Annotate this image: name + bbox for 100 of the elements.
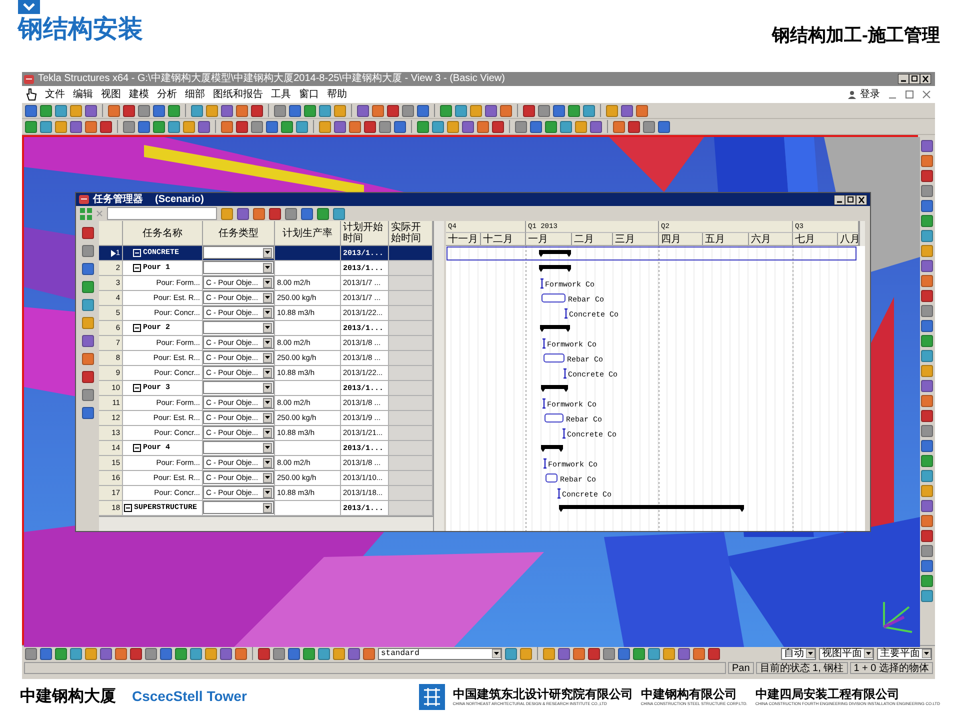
toolbar-icon[interactable] xyxy=(82,281,94,293)
toolbar-icon[interactable] xyxy=(538,104,550,116)
toolbar-icon[interactable] xyxy=(920,590,932,602)
toolbar-icon[interactable] xyxy=(236,104,248,116)
toolbar-icon[interactable] xyxy=(82,227,94,239)
toolbar-icon[interactable] xyxy=(573,648,585,660)
toolbar-icon[interactable] xyxy=(55,648,67,660)
restore-icon[interactable] xyxy=(905,90,914,99)
toolbar-icon[interactable] xyxy=(920,215,932,227)
toolbar-icon[interactable] xyxy=(191,104,203,116)
toolbar-icon[interactable] xyxy=(40,104,52,116)
grid-view-icon[interactable] xyxy=(80,208,92,220)
toolbar-icon[interactable] xyxy=(678,648,690,660)
toolbar-icon[interactable] xyxy=(25,120,37,132)
toolbar-icon[interactable] xyxy=(333,648,345,660)
menu-item[interactable]: 视图 xyxy=(101,86,121,103)
menu-item[interactable]: 图纸和报告 xyxy=(213,86,263,103)
toolbar-icon[interactable] xyxy=(82,299,94,311)
vertical-scrollbar[interactable] xyxy=(433,221,444,531)
view-dropdown[interactable]: 主要平面 xyxy=(877,648,932,660)
toolbar-icon[interactable] xyxy=(920,290,932,302)
toolbar-icon[interactable] xyxy=(357,104,369,116)
toolbar-icon[interactable] xyxy=(613,120,625,132)
toolbar-icon[interactable] xyxy=(920,500,932,512)
toolbar-icon[interactable] xyxy=(658,120,670,132)
toolbar-icon[interactable] xyxy=(920,440,932,452)
toolbar-icon[interactable] xyxy=(590,120,602,132)
task-type-dropdown[interactable] xyxy=(203,381,274,394)
toolbar-icon[interactable] xyxy=(920,425,932,437)
toolbar-icon[interactable] xyxy=(130,648,142,660)
toolbar-icon[interactable] xyxy=(220,648,232,660)
toolbar-icon[interactable] xyxy=(183,120,195,132)
toolbar-icon[interactable] xyxy=(274,104,286,116)
toolbar-icon[interactable] xyxy=(558,648,570,660)
toolbar-icon[interactable] xyxy=(462,120,474,132)
toolbar-icon[interactable] xyxy=(266,120,278,132)
toolbar-icon[interactable] xyxy=(920,365,932,377)
toolbar-icon[interactable] xyxy=(175,648,187,660)
toolbar-icon[interactable] xyxy=(500,104,512,116)
toolbar-icon[interactable] xyxy=(258,648,270,660)
menu-item[interactable]: 工具 xyxy=(271,86,291,103)
toolbar-icon[interactable] xyxy=(55,104,67,116)
toolbar-icon[interactable] xyxy=(269,208,281,220)
toolbar-icon[interactable] xyxy=(920,470,932,482)
toolbar-icon[interactable] xyxy=(206,104,218,116)
toolbar-icon[interactable] xyxy=(477,120,489,132)
task-type-dropdown[interactable] xyxy=(203,501,274,514)
toolbar-icon[interactable] xyxy=(505,648,517,660)
toolbar-icon[interactable] xyxy=(530,120,542,132)
toolbar-icon[interactable] xyxy=(633,648,645,660)
toolbar-icon[interactable] xyxy=(920,545,932,557)
toolbar-icon[interactable] xyxy=(317,208,329,220)
toolbar-icon[interactable] xyxy=(288,648,300,660)
toolbar-icon[interactable] xyxy=(643,120,655,132)
toolbar-icon[interactable] xyxy=(70,104,82,116)
toolbar-icon[interactable] xyxy=(920,140,932,152)
toolbar-icon[interactable] xyxy=(70,120,82,132)
toolbar-icon[interactable] xyxy=(334,120,346,132)
toolbar-icon[interactable] xyxy=(85,648,97,660)
toolbar-icon[interactable] xyxy=(636,104,648,116)
menu-item[interactable]: 帮助 xyxy=(327,86,347,103)
toolbar-icon[interactable] xyxy=(82,353,94,365)
toolbar-icon[interactable] xyxy=(160,648,172,660)
toolbar-icon[interactable] xyxy=(920,485,932,497)
toolbar-icon[interactable] xyxy=(82,317,94,329)
toolbar-icon[interactable] xyxy=(363,648,375,660)
toolbar-icon[interactable] xyxy=(251,104,263,116)
collapse-icon[interactable] xyxy=(133,384,141,392)
maximize-icon[interactable] xyxy=(845,194,856,204)
toolbar-icon[interactable] xyxy=(198,120,210,132)
toolbar-icon[interactable] xyxy=(920,230,932,242)
toolbar-icon[interactable] xyxy=(708,648,720,660)
toolbar-icon[interactable] xyxy=(606,104,618,116)
toolbar-icon[interactable] xyxy=(568,104,580,116)
toolbar-icon[interactable] xyxy=(920,395,932,407)
toolbar-icon[interactable] xyxy=(485,104,497,116)
toolbar-icon[interactable] xyxy=(920,155,932,167)
toolbar-icon[interactable] xyxy=(920,350,932,362)
filter-dropdown[interactable]: standard xyxy=(378,648,502,660)
toolbar-icon[interactable] xyxy=(588,648,600,660)
toolbar-icon[interactable] xyxy=(663,648,675,660)
toolbar-icon[interactable] xyxy=(70,648,82,660)
toolbar-icon[interactable] xyxy=(432,120,444,132)
toolbar-icon[interactable] xyxy=(319,104,331,116)
menu-item[interactable]: 编辑 xyxy=(73,86,93,103)
toolbar-icon[interactable] xyxy=(153,104,165,116)
toolbar-icon[interactable] xyxy=(235,648,247,660)
toolbar-icon[interactable] xyxy=(621,104,633,116)
search-field[interactable] xyxy=(107,207,217,220)
toolbar-icon[interactable] xyxy=(920,560,932,572)
view-dropdown[interactable]: 自动 xyxy=(781,648,816,660)
toolbar-icon[interactable] xyxy=(693,648,705,660)
toolbar-icon[interactable] xyxy=(920,380,932,392)
toolbar-icon[interactable] xyxy=(82,245,94,257)
toolbar-icon[interactable] xyxy=(387,104,399,116)
horizontal-scrollbar[interactable] xyxy=(99,516,433,531)
task-type-dropdown[interactable] xyxy=(203,441,274,454)
toolbar-icon[interactable] xyxy=(168,104,180,116)
toolbar-icon[interactable] xyxy=(648,648,660,660)
toolbar-icon[interactable] xyxy=(348,648,360,660)
